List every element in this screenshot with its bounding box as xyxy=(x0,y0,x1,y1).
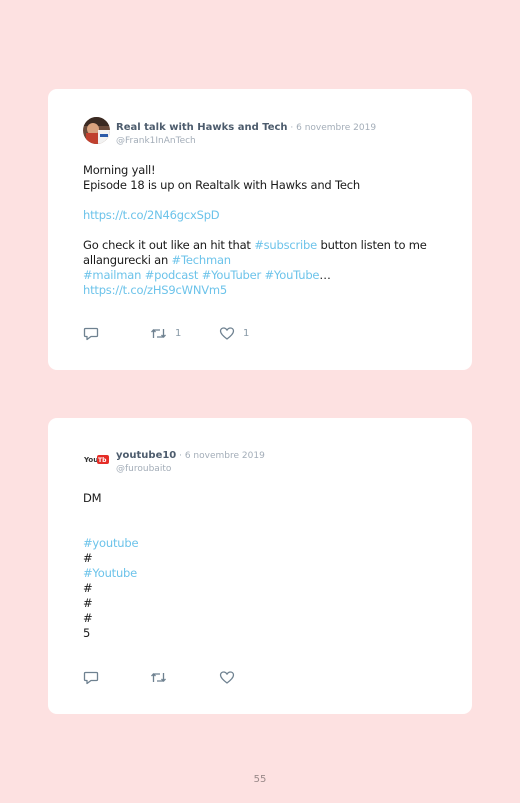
tweet-line: Morning yall! xyxy=(83,163,448,178)
reply-button[interactable] xyxy=(83,325,99,341)
author-handle[interactable]: @furoubaito xyxy=(116,463,265,475)
tweet-text: Morning yall! Episode 18 is up on Realtal… xyxy=(83,163,448,298)
hashtag-link[interactable]: #YouTube xyxy=(265,268,320,282)
hashtag-link[interactable]: #podcast xyxy=(145,268,199,282)
retweet-button[interactable]: 1 xyxy=(150,325,181,341)
url-link[interactable]: https://t.co/2N46gcxSpD xyxy=(83,208,220,222)
svg-text:You: You xyxy=(83,456,98,464)
tweet-date[interactable]: · 6 novembre 2019 xyxy=(288,123,376,133)
tweet-line xyxy=(83,223,448,238)
svg-text:Tb: Tb xyxy=(98,457,107,464)
tweet-header: youtube10 · 6 novembre 2019 @furoubaito xyxy=(116,447,265,475)
tweet-line: https://t.co/2N46gcxSpD xyxy=(83,208,448,223)
hashtag-link[interactable]: #youtube xyxy=(83,536,139,550)
hashtag-link[interactable]: #subscribe xyxy=(254,238,317,252)
tweet-text-segment: # xyxy=(83,581,93,595)
profile-photo-icon xyxy=(83,117,110,144)
author-name[interactable]: youtube10 xyxy=(116,450,176,461)
reply-button[interactable] xyxy=(83,669,99,685)
tweet-text-segment: … xyxy=(319,268,331,282)
retweet-icon xyxy=(151,328,166,338)
tweet-text-segment: button listen to me xyxy=(317,238,427,252)
like-button[interactable]: 1 xyxy=(219,325,249,341)
hashtag-link[interactable]: #Youtube xyxy=(83,566,137,580)
tweet-text-segment: 5 xyxy=(83,626,91,640)
tweet-text-segment: Morning yall! xyxy=(83,163,156,177)
tweet-line: # xyxy=(83,596,448,611)
hashtag-link[interactable]: #YouTuber xyxy=(202,268,262,282)
hashtag-link[interactable]: #mailman xyxy=(83,268,141,282)
author-handle[interactable]: @Frank1InAnTech xyxy=(116,135,376,147)
tweet-text-segment: DM xyxy=(83,491,102,505)
tweet-text-segment: # xyxy=(83,596,93,610)
tweet-line xyxy=(83,193,448,208)
author-name[interactable]: Real talk with Hawks and Tech xyxy=(116,122,288,133)
tweet-date[interactable]: · 6 novembre 2019 xyxy=(176,451,265,461)
tweet-card: Real talk with Hawks and Tech · 6 novemb… xyxy=(48,89,472,370)
reply-icon xyxy=(83,327,99,340)
tweet-line: Episode 18 is up on Realtalk with Hawks … xyxy=(83,178,448,193)
tweet-text-segment: # xyxy=(83,611,93,625)
tweet-line: DM xyxy=(83,491,448,506)
tweet-text-segment: Go check it out like an hit that xyxy=(83,238,255,252)
tweet-header: Real talk with Hawks and Tech · 6 novemb… xyxy=(116,119,376,147)
tweet-line: Go check it out like an hit that #subscr… xyxy=(83,238,448,253)
page-number: 55 xyxy=(253,774,267,785)
youtube-logo-icon: You Tb xyxy=(83,445,110,472)
tweet-line: 5 xyxy=(83,626,448,641)
retweet-count: 1 xyxy=(175,327,182,339)
retweet-button[interactable] xyxy=(150,669,175,685)
tweet-line xyxy=(83,521,448,536)
tweet-line: #mailman #podcast #YouTuber #YouTube… xyxy=(83,268,448,283)
reply-icon xyxy=(83,671,99,684)
tweet-text: DM #youtube # #Youtube # # #5 xyxy=(83,491,448,641)
like-button[interactable] xyxy=(219,669,243,685)
retweet-icon xyxy=(151,672,166,682)
hashtag-link[interactable]: #Techman xyxy=(172,253,232,267)
avatar[interactable]: You Tb xyxy=(83,445,110,472)
tweet-line: allangurecki an #Techman xyxy=(83,253,448,268)
tweet-line: # xyxy=(83,611,448,626)
tweet-line: # xyxy=(83,551,448,566)
tweet-card: You Tb youtube10 · 6 novembre 2019 @furo… xyxy=(48,418,472,714)
url-link[interactable]: https://t.co/zHS9cWNVm5 xyxy=(83,283,227,297)
tweet-line xyxy=(83,506,448,521)
tweet-text-segment: Episode 18 is up on Realtalk with Hawks … xyxy=(83,178,360,192)
like-count: 1 xyxy=(243,327,250,339)
tweet-text-segment: # xyxy=(83,551,93,565)
tweet-line: # xyxy=(83,581,448,596)
tweet-text-segment: allangurecki an xyxy=(83,253,172,267)
tweet-line: https://t.co/zHS9cWNVm5 xyxy=(83,283,448,298)
tweet-line: #youtube xyxy=(83,536,448,551)
avatar[interactable] xyxy=(83,117,110,144)
heart-icon xyxy=(219,670,235,684)
tweet-line: #Youtube xyxy=(83,566,448,581)
heart-icon xyxy=(219,326,235,340)
